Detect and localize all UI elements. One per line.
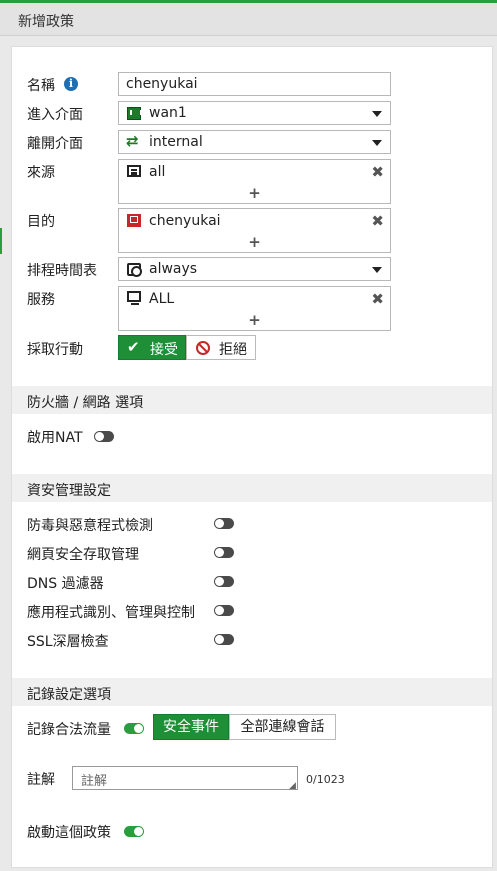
address-icon	[127, 165, 141, 177]
enable-policy-label: 啟動這個政策	[27, 825, 111, 841]
check-icon: ✔	[127, 338, 140, 356]
user-address-icon	[127, 214, 141, 227]
deny-button[interactable]: 拒絕	[186, 335, 256, 360]
service-icon	[127, 291, 141, 305]
shuffle-arrows-icon: ⇄	[126, 132, 139, 150]
ssl-inspection-label: SSL深層檢查	[27, 634, 109, 650]
schedule-value: always	[149, 261, 198, 277]
schedule-label: 排程時間表	[27, 263, 97, 279]
ban-icon	[196, 341, 210, 355]
dns-filter-toggle[interactable]	[214, 576, 234, 587]
accept-button[interactable]: ✔ 接受	[118, 335, 186, 360]
interface-icon	[127, 107, 142, 120]
add-icon[interactable]: +	[119, 233, 390, 251]
destination-value: chenyukai	[149, 213, 221, 229]
name-label: 名稱	[27, 78, 55, 94]
nat-toggle[interactable]	[94, 431, 114, 442]
name-input[interactable]: chenyukai	[118, 72, 391, 96]
deny-label: 拒絕	[219, 342, 247, 358]
log-traffic-label: 記錄合法流量	[27, 722, 111, 738]
schedule-select[interactable]: always	[118, 257, 391, 281]
ssl-inspection-toggle[interactable]	[214, 634, 234, 645]
source-label: 來源	[27, 165, 55, 181]
remove-icon[interactable]: ✖	[371, 212, 384, 230]
add-icon[interactable]: +	[119, 184, 390, 202]
logging-section-header: 記錄設定選項	[12, 678, 492, 706]
service-field[interactable]: ALL ✖ +	[118, 286, 391, 331]
app-control-toggle[interactable]	[214, 605, 234, 616]
info-icon[interactable]: i	[64, 77, 78, 91]
security-section-header: 資安管理設定	[12, 474, 492, 502]
destination-label: 目的	[27, 214, 55, 230]
accept-label: 接受	[150, 342, 178, 358]
firewall-section-header: 防火牆 / 網路 選項	[12, 386, 492, 414]
incoming-interface-value: wan1	[149, 105, 187, 121]
chevron-down-icon[interactable]	[372, 140, 382, 146]
comment-counter: 0/1023	[306, 773, 345, 786]
name-value: chenyukai	[126, 76, 198, 92]
add-icon[interactable]: +	[119, 311, 390, 329]
comment-label: 註解	[27, 772, 55, 788]
nat-label: 啟用NAT	[27, 430, 83, 446]
action-label: 採取行動	[27, 342, 83, 358]
policy-form-panel: 名稱 i chenyukai 進入介面 wan1 離開介面 ⇄ internal…	[11, 46, 493, 868]
resize-grip-icon[interactable]: ◢	[289, 781, 296, 791]
dialog-title: 新增政策	[18, 14, 74, 30]
web-filter-toggle[interactable]	[214, 547, 234, 558]
outgoing-interface-value: internal	[149, 134, 203, 150]
dialog-title-bar: 新增政策	[0, 3, 497, 36]
source-field[interactable]: all ✖ +	[118, 159, 391, 204]
dns-filter-label: DNS 過濾器	[27, 576, 104, 592]
chevron-down-icon[interactable]	[372, 267, 382, 273]
log-all-sessions-button[interactable]: 全部連線會話	[229, 714, 336, 740]
security-section-title: 資安管理設定	[27, 483, 111, 499]
logging-section-title: 記錄設定選項	[27, 687, 111, 703]
antivirus-label: 防毒與惡意程式檢測	[27, 518, 153, 534]
destination-field[interactable]: chenyukai ✖ +	[118, 208, 391, 253]
firewall-section-title: 防火牆 / 網路 選項	[27, 395, 144, 411]
remove-icon[interactable]: ✖	[371, 290, 384, 308]
comment-textarea[interactable]	[72, 766, 298, 790]
chevron-down-icon[interactable]	[372, 111, 382, 117]
log-traffic-toggle[interactable]	[124, 723, 144, 734]
enable-policy-toggle[interactable]	[124, 826, 144, 837]
incoming-interface-label: 進入介面	[27, 107, 83, 123]
incoming-interface-select[interactable]: wan1	[118, 101, 391, 125]
source-value: all	[149, 164, 166, 180]
outgoing-interface-select[interactable]: ⇄ internal	[118, 130, 391, 154]
service-value: ALL	[149, 291, 175, 307]
service-label: 服務	[27, 292, 55, 308]
log-security-events-button[interactable]: 安全事件	[153, 714, 229, 740]
antivirus-toggle[interactable]	[214, 518, 234, 529]
left-accent-marker	[0, 228, 2, 254]
outgoing-interface-label: 離開介面	[27, 136, 83, 152]
app-control-label: 應用程式識別、管理與控制	[27, 605, 195, 621]
schedule-icon	[127, 263, 142, 277]
web-filter-label: 網頁安全存取管理	[27, 547, 139, 563]
remove-icon[interactable]: ✖	[371, 163, 384, 181]
